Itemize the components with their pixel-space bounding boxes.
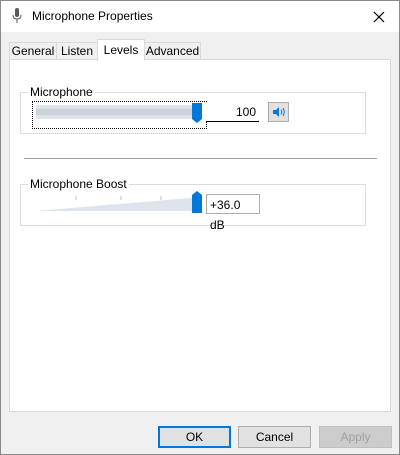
microphone-icon (12, 8, 22, 23)
microphone-level-slider[interactable] (36, 103, 202, 127)
microphone-label: Microphone (28, 85, 95, 99)
tab-listen[interactable]: Listen (56, 42, 98, 60)
microphone-level-input[interactable]: 100 (206, 102, 259, 122)
title-bar: Microphone Properties (1, 1, 399, 32)
window-title: Microphone Properties (32, 9, 153, 23)
microphone-boost-label: Microphone Boost (28, 177, 129, 191)
tab-general[interactable]: General (9, 42, 57, 60)
microphone-boost-value: +36.0 dB (206, 194, 260, 232)
close-button[interactable] (359, 1, 399, 32)
boost-slider-thumb (192, 191, 202, 213)
levels-panel: Microphone 100 Microphone Boost +36.0 dB (9, 59, 391, 412)
microphone-properties-window: Microphone Properties General Listen Lev… (0, 0, 400, 455)
tab-levels[interactable]: Levels (97, 39, 145, 61)
microphone-mute-button[interactable] (268, 102, 289, 122)
separator-line (24, 158, 377, 159)
microphone-slider-fill (36, 109, 192, 115)
speaker-icon (272, 107, 285, 117)
microphone-boost-slider[interactable] (36, 191, 202, 217)
tab-advanced[interactable]: Advanced (144, 42, 201, 60)
boost-slider-wedge (36, 197, 202, 211)
apply-button[interactable]: Apply (319, 426, 392, 448)
ok-button[interactable]: OK (158, 426, 231, 448)
cancel-button[interactable]: Cancel (238, 426, 311, 448)
close-icon (373, 11, 385, 22)
microphone-slider-thumb (192, 103, 202, 123)
